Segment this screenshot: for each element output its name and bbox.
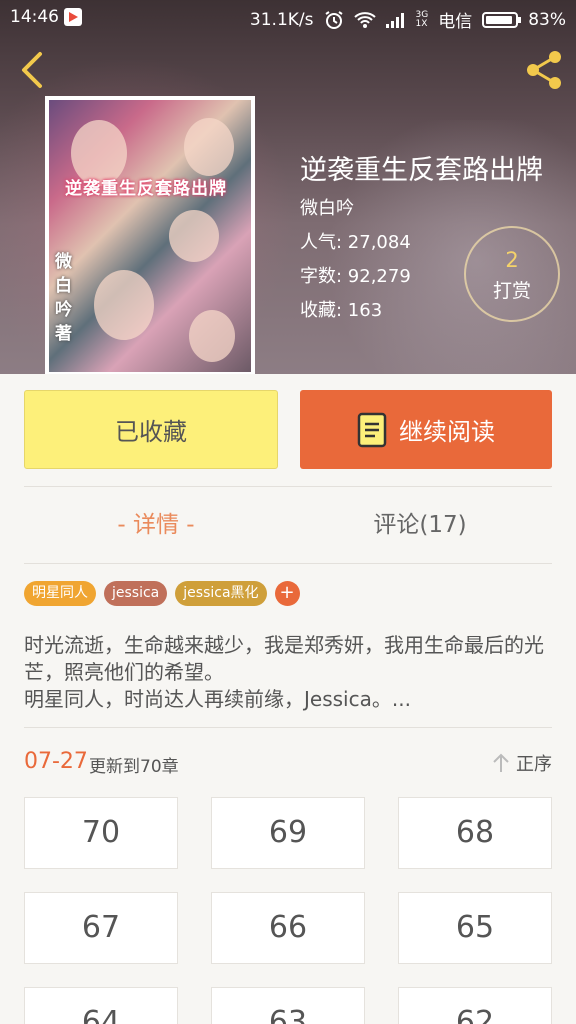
network-type-bottom: 1X [415, 18, 428, 29]
update-text: 更新到70章 [89, 757, 179, 777]
tag[interactable]: jessica黑化 [175, 581, 267, 606]
chapter-button[interactable]: 64 [24, 987, 178, 1024]
tab-details[interactable]: - 详情 - [24, 500, 288, 550]
signal-icon [385, 12, 404, 28]
cover-art: 逆袭重生反套路出牌 微白吟著 [49, 100, 251, 372]
status-right: 31.1K/s 3G 1X 电信 83% [249, 7, 566, 33]
chapter-button[interactable]: 62 [398, 987, 552, 1024]
word-count-stat: 字数: 92,279 [300, 266, 411, 287]
popularity-stat: 人气: 27,084 [300, 232, 411, 253]
share-icon [527, 51, 561, 89]
book-cover[interactable]: 逆袭重生反套路出牌 微白吟著 [45, 96, 255, 374]
chapter-button[interactable]: 66 [211, 892, 365, 964]
network-type: 3G 1X [415, 10, 429, 29]
status-bar: 14:46 31.1K/s 3G 1X 电信 83% [0, 0, 576, 34]
battery-level: 83% [528, 9, 566, 30]
book-icon [357, 412, 387, 447]
favorites-stat: 收藏: 163 [300, 300, 383, 321]
chapter-button[interactable]: 65 [398, 892, 552, 964]
cover-face [94, 270, 154, 340]
back-button[interactable] [14, 50, 54, 90]
divider [24, 727, 552, 728]
chapter-button[interactable]: 68 [398, 797, 552, 869]
tag-list: 明星同人 jessica jessica黑化 + [24, 581, 300, 606]
book-description[interactable]: 时光流逝，生命越来越少，我是郑秀妍，我用生命最后的光芒，照亮他们的希望。 明星同… [24, 632, 552, 713]
reward-label: 打赏 [492, 280, 531, 302]
chapter-button[interactable]: 70 [24, 797, 178, 869]
favorited-button[interactable]: 已收藏 [24, 390, 278, 469]
update-date: 07-27 [24, 749, 88, 774]
sort-order-button[interactable]: 正序 [492, 750, 552, 776]
add-tag-button[interactable]: + [274, 581, 300, 606]
network-speed: 31.1K/s [249, 9, 314, 30]
cover-face [184, 118, 234, 176]
tab-comments[interactable]: 评论(17) [288, 500, 552, 550]
book-title: 逆袭重生反套路出牌 [300, 155, 543, 186]
divider [24, 486, 552, 487]
arrow-up-icon [493, 753, 509, 772]
continue-reading-label: 继续阅读 [399, 418, 495, 446]
reward-button[interactable]: 2 打赏 [464, 226, 560, 322]
cover-title: 逆袭重生反套路出牌 [65, 179, 227, 199]
chapter-button[interactable]: 69 [211, 797, 365, 869]
favorited-label: 已收藏 [115, 418, 187, 446]
sort-label: 正序 [516, 754, 552, 775]
book-author[interactable]: 微白吟 [300, 194, 354, 220]
alarm-icon [324, 10, 343, 29]
status-time: 14:46 [10, 7, 59, 27]
tag[interactable]: 明星同人 [24, 581, 96, 606]
cover-face [189, 310, 235, 362]
carrier: 电信 [438, 12, 473, 32]
divider [24, 563, 552, 564]
reward-count: 2 [505, 248, 519, 272]
cover-face [169, 210, 219, 262]
share-button[interactable] [522, 48, 566, 92]
chevron-left-icon [22, 52, 42, 88]
chapter-button[interactable]: 63 [211, 987, 365, 1024]
battery-icon [482, 11, 522, 28]
continue-reading-button[interactable]: 继续阅读 [300, 390, 552, 469]
wifi-icon [353, 11, 376, 28]
chapter-button[interactable]: 67 [24, 892, 178, 964]
cover-author: 微白吟著 [55, 252, 72, 344]
video-app-icon [64, 8, 82, 26]
book-header: 14:46 31.1K/s 3G 1X 电信 83% 逆袭重生反套路出牌 微白吟… [0, 0, 576, 374]
tag[interactable]: jessica [104, 581, 168, 606]
